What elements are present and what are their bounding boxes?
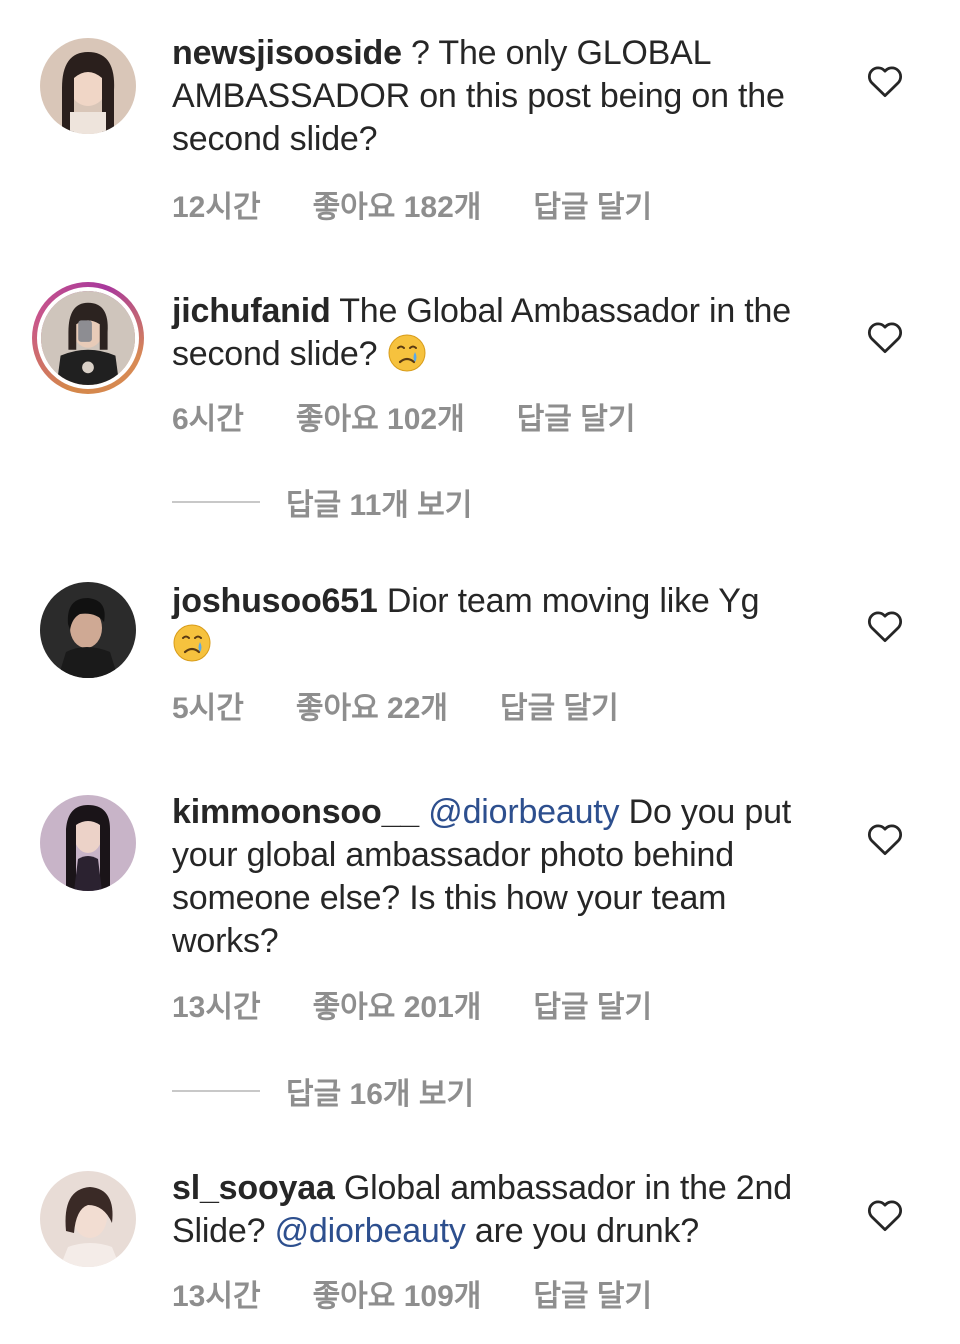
crying-face-emoji <box>172 623 212 663</box>
comment-time[interactable]: 13시간 <box>172 1271 261 1315</box>
heart-icon[interactable] <box>866 822 904 856</box>
comment-username[interactable]: joshusoo651 <box>172 582 378 620</box>
story-ring <box>37 287 139 389</box>
reply-button[interactable]: 답글 달기 <box>533 1271 652 1315</box>
comment-username[interactable]: jichufanid <box>172 292 331 330</box>
replies-divider <box>172 1090 260 1092</box>
avatar[interactable] <box>32 282 144 394</box>
view-replies-label: 답글 16개 보기 <box>286 1078 475 1111</box>
mention-link[interactable]: @diorbeauty <box>275 1212 466 1250</box>
comment-text: newsjisooside ? The only GLOBAL AMBASSAD… <box>172 32 832 161</box>
comment-username[interactable]: sl_sooyaa <box>172 1169 335 1207</box>
comment-likes[interactable]: 좋아요 201개 <box>313 982 482 1026</box>
avatar[interactable] <box>40 582 136 678</box>
view-replies-label: 답글 11개 보기 <box>286 489 473 522</box>
comment-meta: 6시간 좋아요 102개 답글 달기 <box>172 394 635 438</box>
avatar-image <box>40 1171 136 1267</box>
mention-link[interactable]: @diorbeauty <box>428 793 619 831</box>
avatar-image <box>40 795 136 891</box>
comment-text: kimmoonsoo__ @diorbeauty Do you put your… <box>172 791 832 963</box>
reply-button[interactable]: 답글 달기 <box>500 683 619 727</box>
comment-text: sl_sooyaa Global ambassador in the 2nd S… <box>172 1167 832 1253</box>
comment-meta: 5시간 좋아요 22개 답글 달기 <box>172 683 619 727</box>
comment-text: joshusoo651 Dior team moving like Yg <box>172 580 832 666</box>
avatar[interactable] <box>40 795 136 891</box>
comment-meta: 13시간 좋아요 109개 답글 달기 <box>172 1271 652 1315</box>
comment-meta: 12시간 좋아요 182개 답글 달기 <box>172 182 652 226</box>
comment-likes[interactable]: 좋아요 109개 <box>313 1271 482 1315</box>
view-replies-button[interactable]: 답글 11개 보기 <box>172 482 472 522</box>
comment-time[interactable]: 6시간 <box>172 394 244 438</box>
reply-button[interactable]: 답글 달기 <box>533 982 652 1026</box>
reply-button[interactable]: 답글 달기 <box>517 394 636 438</box>
heart-icon[interactable] <box>866 1198 904 1232</box>
comment-likes[interactable]: 좋아요 182개 <box>313 182 482 226</box>
avatar[interactable] <box>40 38 136 134</box>
comment-time[interactable]: 12시간 <box>172 182 261 226</box>
heart-icon[interactable] <box>866 64 904 98</box>
avatar-image <box>40 582 136 678</box>
comment-likes[interactable]: 좋아요 22개 <box>296 683 448 727</box>
reply-button[interactable]: 답글 달기 <box>533 182 652 226</box>
view-replies-button[interactable]: 답글 16개 보기 <box>172 1071 474 1111</box>
comment-body: Dior team moving like Yg <box>377 582 760 620</box>
avatar[interactable] <box>40 1171 136 1267</box>
comment-time[interactable]: 5시간 <box>172 683 244 727</box>
comment-username[interactable]: newsjisooside <box>172 34 402 72</box>
comment-likes[interactable]: 좋아요 102개 <box>296 394 465 438</box>
comment-username[interactable]: kimmoonsoo__ <box>172 793 419 831</box>
replies-divider <box>172 501 260 503</box>
avatar-image <box>41 291 135 385</box>
heart-icon[interactable] <box>866 320 904 354</box>
comment-time[interactable]: 13시간 <box>172 982 261 1026</box>
comment-text: jichufanid The Global Ambassador in the … <box>172 290 832 376</box>
comment-body-after: are you drunk? <box>465 1212 699 1250</box>
comment-meta: 13시간 좋아요 201개 답글 달기 <box>172 982 652 1026</box>
heart-icon[interactable] <box>866 609 904 643</box>
crying-face-emoji <box>387 333 427 373</box>
avatar-image <box>40 38 136 134</box>
